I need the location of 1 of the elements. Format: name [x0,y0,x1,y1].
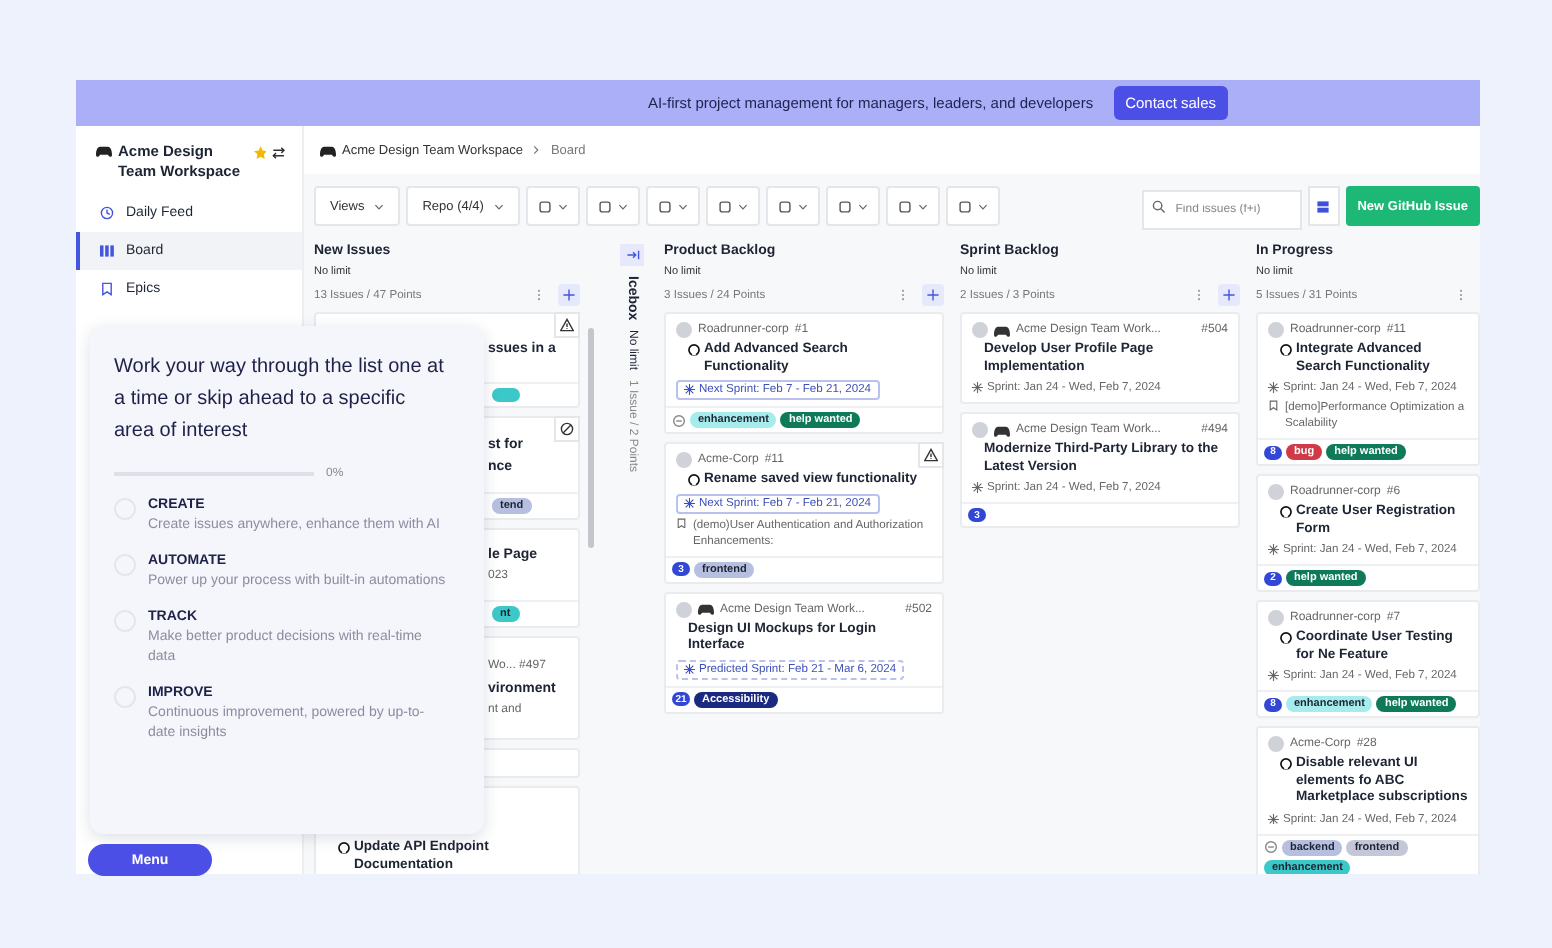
onboarding-title: Work your way through the list one at a time or skip ahead to a specific area of interest [114,354,444,446]
